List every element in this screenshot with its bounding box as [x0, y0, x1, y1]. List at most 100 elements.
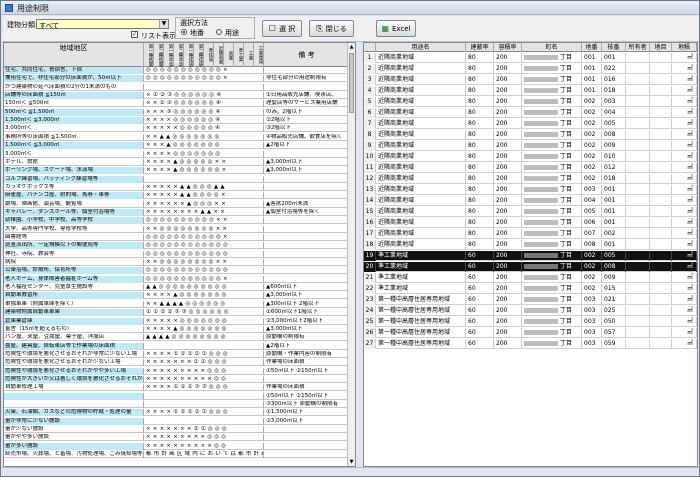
row-category: 神社、寺院、教会等 [4, 250, 144, 258]
parcel-cell-lot: 002 [582, 284, 602, 294]
parcel-row[interactable]: 19 準工業地域 60 200 丁目 002 005 ㎡ [364, 251, 697, 261]
row-category: 兼用住宅で、非住宅部分の床面積が、50㎡以下 [4, 75, 144, 83]
table-row: 巡査派出所、一定規模以下の郵便局等 ◎◎◎◎◎◎◎◎◎◎◎◎ [4, 242, 349, 250]
parcel-row[interactable]: 9 近隣商業地域 80 200 丁目 002 009 ㎡ [364, 141, 697, 151]
table-row: 老人福祉センター、児童厚生施設等 ▲▲◎◎◎◎◎◎◎◎◎◎ ▲600㎡以下 [4, 284, 349, 292]
parcel-row[interactable]: 5 近隣商業地域 80 200 丁目 002 003 ㎡ [364, 97, 697, 107]
town-suffix: 丁目 [560, 65, 573, 72]
parcel-row[interactable]: 24 第一種中高層住居専用地域 60 200 丁目 003 025 ㎡ [364, 306, 697, 316]
row-category: 公衆浴場、診療所、保育所等 [4, 267, 144, 275]
row-category: 畜舎（15㎡を超えるもの） [4, 325, 144, 333]
row-symbols: ▲▲▲▲◎◎◎◎◎◎◎◎ [144, 334, 264, 342]
parcel-cell-no: 9 [364, 141, 376, 151]
close-button[interactable]: ⎘ 閉じる [309, 20, 354, 37]
window-title: 用途制限 [17, 4, 49, 13]
row-note: ▲個室付浴場等を除く [266, 208, 320, 215]
parcel-cell-lot: 002 [582, 119, 602, 129]
parcel-cell-town: 丁目 [522, 185, 582, 195]
parcel-row[interactable]: 20 準工業地域 60 200 丁目 002 008 ㎡ [364, 262, 697, 272]
parcel-row[interactable]: 22 準工業地域 60 200 丁目 002 015 ㎡ [364, 284, 697, 294]
parcel-cell-town: 丁目 [522, 251, 582, 261]
parcel-row[interactable]: 26 第一種中高層住居専用地域 60 200 丁目 003 057 ㎡ [364, 328, 697, 338]
restriction-table: 地域地区 第一種低層 第二種低層 第一種中高 第二種中高 第一種住居 第二種住居 準住居 近隣… [4, 43, 349, 466]
parcel-cell-fr: 200 [494, 207, 522, 217]
parcel-cell-no: 23 [364, 295, 376, 305]
redacted-town-block [524, 308, 558, 313]
row-note: 作業場の床面積 [266, 359, 305, 366]
table-row: 単独車庫（附属車庫を除く） ××▲▲▲▲◎◎◎◎◎◎ ▲300㎡以下 2階以下 [4, 300, 349, 308]
parcel-row[interactable]: 11 近隣商業地域 80 200 丁目 002 012 ㎡ [364, 163, 697, 173]
town-suffix: 丁目 [560, 98, 573, 105]
parcel-cell-unit: ㎡ [672, 284, 697, 294]
parcel-cell-branch: 001 [602, 196, 626, 206]
building-select[interactable]: すべて ▼ [36, 19, 169, 30]
parcel-cell-no: 27 [364, 339, 376, 349]
parcel-cell-no: 1 [364, 53, 376, 63]
parcel-row[interactable]: 6 近隣商業地域 80 200 丁目 002 004 ㎡ [364, 108, 697, 118]
row-symbols: ××××××××××◎◎ [144, 442, 264, 450]
select-button[interactable]: ☐ 選 択 [262, 20, 302, 37]
parcel-row[interactable]: 2 近隣商業地域 80 200 丁目 001 022 ㎡ [364, 64, 697, 74]
list-display-checkbox[interactable]: ✓ [131, 31, 138, 38]
parcel-row[interactable]: 13 近隣商業地域 80 200 丁目 003 001 ㎡ [364, 185, 697, 195]
radio-use[interactable] [216, 29, 222, 35]
scroll-thumb[interactable] [349, 53, 354, 113]
parcel-row[interactable]: 7 近隣商業地域 80 200 丁目 002 005 ㎡ [364, 119, 697, 129]
row-note: 理髪店等のサービス業用店舗 [266, 100, 338, 107]
parcel-row[interactable]: 16 近隣商業地域 80 200 丁目 006 001 ㎡ [364, 218, 697, 228]
parcel-cell-branch: 001 [602, 207, 626, 217]
left-scrollbar[interactable]: ▲ ▼ [347, 43, 355, 466]
row-note: のみ。2階以下 [266, 108, 303, 115]
parcel-row[interactable]: 4 近隣商業地域 80 200 丁目 001 018 ㎡ [364, 86, 697, 96]
row-symbols: ×××××▲▲◎◎◎◎× [144, 192, 264, 200]
parcel-row[interactable]: 3 近隣商業地域 80 200 丁目 001 016 ㎡ [364, 75, 697, 85]
parcel-row[interactable]: 10 近隣商業地域 80 200 丁目 002 010 ㎡ [364, 152, 697, 162]
zone-header: 工業専用 [254, 43, 264, 67]
parcel-cell-town: 丁目 [522, 317, 582, 327]
parcel-row[interactable]: 23 第一種中高層住居専用地域 60 200 丁目 003 021 ㎡ [364, 295, 697, 305]
scroll-up-icon[interactable]: ▲ [348, 43, 355, 51]
parcel-cell-branch: 021 [602, 295, 626, 305]
row-note: ④物品販売店舗、飲食店を除く [266, 133, 343, 140]
parcel-cell-fr: 200 [494, 229, 522, 239]
row-category: 単独車庫（附属車庫を除く） [4, 300, 144, 308]
parcel-row[interactable]: 21 準工業地域 60 200 丁目 002 009 ㎡ [364, 273, 697, 283]
redacted-town-block [524, 297, 558, 302]
parcel-row[interactable]: 1 近隣商業地域 80 200 丁目 001 001 ㎡ [364, 53, 697, 63]
parcel-row[interactable]: 14 近隣商業地域 80 200 丁目 004 001 ㎡ [364, 196, 697, 206]
header-rownum [364, 43, 376, 52]
table-row: 畜舎（15㎡を超えるもの） ××××▲◎◎◎◎◎◎◎ ▲3,000㎡以下 [4, 325, 349, 333]
parcel-cell-cat [650, 339, 672, 349]
parcel-cell-lot: 005 [582, 207, 602, 217]
excel-button-label: Excel [392, 25, 411, 33]
parcel-cell-use: 近隣商業地域 [376, 185, 466, 195]
restriction-table-panel: 地域地区 第一種低層 第二種低層 第一種中高 第二種中高 第一種住居 第二種住居 準住居 近隣… [3, 42, 356, 467]
row-symbols: ××▲▲◎◎◎◎◎◎◎ [144, 133, 264, 141]
parcel-row[interactable]: 25 第一種中高層住居専用地域 60 200 丁目 003 050 ㎡ [364, 317, 697, 327]
parcel-row[interactable]: 27 第一種中高層住居専用地域 60 200 丁目 003 059 ㎡ [364, 339, 697, 349]
parcel-row[interactable]: 17 近隣商業地域 80 200 丁目 007 002 ㎡ [364, 229, 697, 239]
parcel-row[interactable]: 8 近隣商業地域 80 200 丁目 002 008 ㎡ [364, 130, 697, 140]
parcel-cell-fr: 200 [494, 75, 522, 85]
row-note [264, 451, 349, 458]
redacted-town-block [524, 209, 558, 214]
parcel-cell-unit: ㎡ [672, 141, 697, 151]
parcel-cell-no: 19 [364, 251, 376, 261]
parcel-cell-owner [626, 295, 650, 305]
row-category: ゴルフ練習場、バッティング練習場等 [4, 175, 144, 183]
parcel-cell-lot: 002 [582, 174, 602, 184]
parcel-row[interactable]: 15 近隣商業地域 80 200 丁目 005 001 ㎡ [364, 207, 697, 217]
row-symbols: ××××▲◎◎◎◎◎◎◎ [144, 292, 264, 300]
parcel-cell-no: 25 [364, 317, 376, 327]
parcel-cell-bc: 60 [466, 317, 494, 327]
parcel-row[interactable]: 18 近隣商業地域 80 200 丁目 008 001 ㎡ [364, 240, 697, 250]
scroll-down-icon[interactable]: ▼ [348, 458, 355, 466]
chevron-down-icon[interactable]: ▼ [159, 20, 168, 28]
parcel-cell-bc: 80 [466, 108, 494, 118]
town-suffix: 丁目 [560, 219, 573, 226]
table-row: 住宅、共同住宅、寄宿舎、下宿 ◎◎◎◎◎◎◎◎◎◎◎× [4, 67, 349, 74]
radio-lot[interactable] [181, 29, 187, 35]
parcel-row[interactable]: 12 近隣商業地域 80 200 丁目 002 018 ㎡ [364, 174, 697, 184]
table-row: 自動車修理工場 ××××①①②③③◎◎◎ 作業場の床面積 [4, 384, 349, 392]
excel-button[interactable]: ▦ Excel [376, 20, 416, 37]
